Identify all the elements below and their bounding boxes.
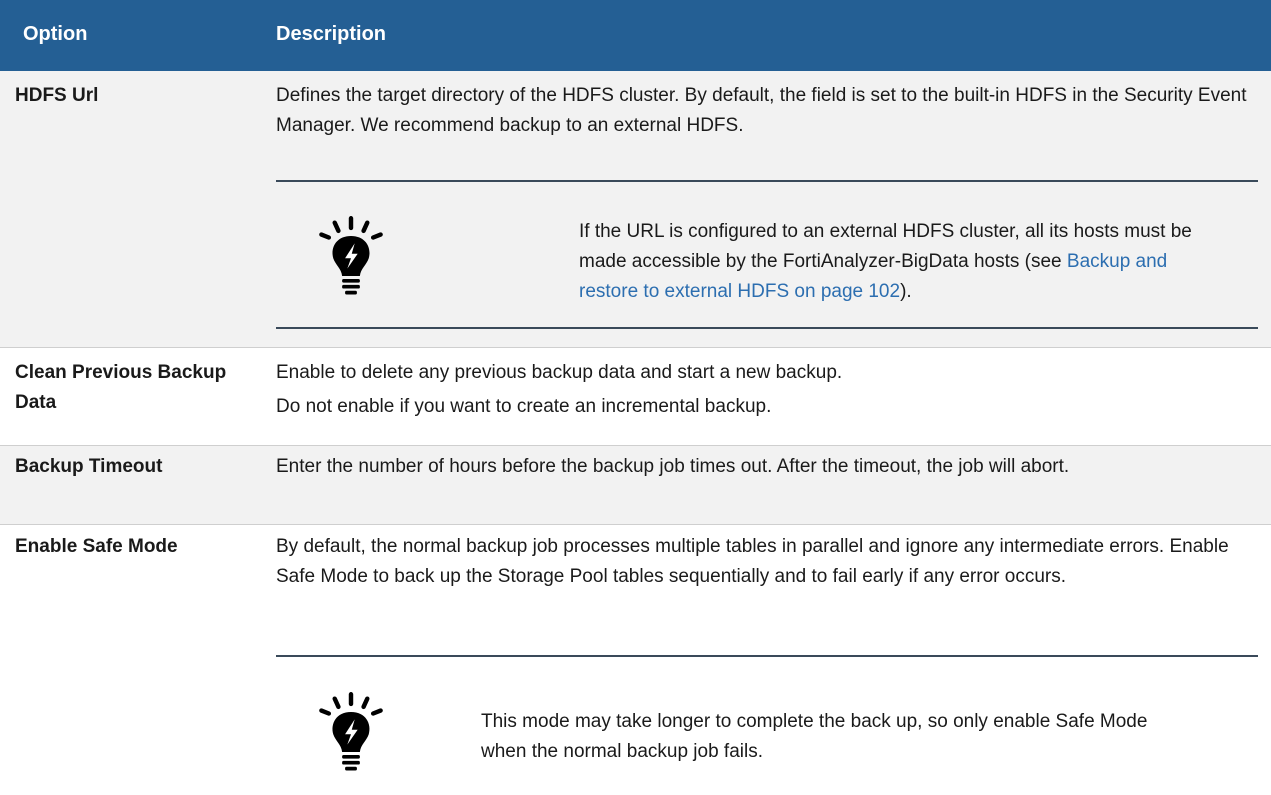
option-label: HDFS Url [15,85,99,106]
tip-note: If the URL is configured to an external … [276,180,1258,346]
table-header: Option Description [0,0,1271,71]
option-description: Enter the number of hours before the bac… [276,452,1256,482]
option-description: Defines the target directory of the HDFS… [276,81,1256,141]
option-description: By default, the normal backup job proces… [276,532,1256,592]
description-text: Defines the target directory of the HDFS… [276,85,1247,136]
table-row-enable-safe-mode: Enable Safe Mode By default, the normal … [0,525,1271,795]
description-text: Enter the number of hours before the bac… [276,456,1070,477]
table-row-hdfs-url: HDFS Url Defines the target directory of… [0,71,1271,347]
description-line-2: Do not enable if you want to create an i… [276,396,772,417]
note-text-after: ). [900,281,912,302]
option-label: Backup Timeout [15,456,163,477]
note-top-rule [276,180,1258,182]
lightbulb-tip-icon [314,679,388,785]
column-header-description: Description [276,23,387,45]
option-label: Enable Safe Mode [15,536,178,557]
option-description: Enable to delete any previous backup dat… [276,358,1256,422]
column-header-option: Option [23,23,88,45]
option-label: Clean Previous Backup Data [15,362,227,413]
note-text: If the URL is configured to an external … [579,217,1219,307]
tip-note: This mode may take longer to complete th… [276,655,1258,795]
lightbulb-tip-icon [314,203,388,309]
table-row-backup-timeout: Backup Timeout Enter the number of hours… [0,446,1271,524]
description-text: By default, the normal backup job proces… [276,536,1229,587]
note-bottom-rule [276,327,1258,329]
description-line-1: Enable to delete any previous backup dat… [276,362,843,383]
note-text: This mode may take longer to complete th… [481,711,1148,762]
note-top-rule [276,655,1258,657]
table-row-clean-previous-backup-data: Clean Previous Backup Data Enable to del… [0,348,1271,445]
